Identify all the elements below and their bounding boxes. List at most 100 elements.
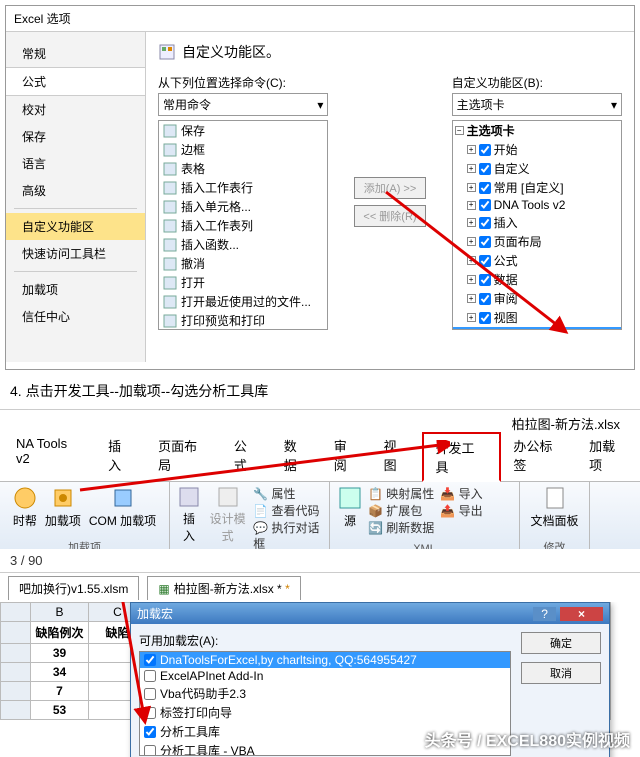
cell[interactable]: 39 — [31, 644, 89, 663]
btn-doc-panel[interactable]: 文档面板 — [528, 486, 581, 529]
tree-item[interactable]: +视图 — [453, 308, 621, 327]
btn-addins[interactable]: 加载项 — [45, 486, 81, 529]
tab-data[interactable]: 数据 — [272, 432, 322, 481]
row-header[interactable] — [1, 701, 31, 720]
controls-side[interactable]: 🔧 属性 📄 查看代码 💬 执行对话框 — [253, 486, 321, 549]
tree-checkbox[interactable] — [479, 144, 491, 156]
cell[interactable]: 34 — [31, 663, 89, 682]
nav-general[interactable]: 常规 — [6, 40, 145, 67]
btn-design-mode[interactable]: 设计模式 — [208, 486, 247, 544]
nav-formulas[interactable]: 公式 — [6, 67, 145, 96]
tree-checkbox[interactable] — [479, 255, 491, 267]
tree-checkbox[interactable] — [479, 274, 491, 286]
customize-header: 自定义功能区。 — [182, 42, 280, 62]
tree-item[interactable]: +插入 — [453, 213, 621, 232]
command-item[interactable]: 插入工作表列 — [159, 216, 327, 235]
cell[interactable]: 53 — [31, 701, 89, 720]
tab-officetab[interactable]: 办公标签 — [501, 432, 577, 481]
addin-checkbox[interactable] — [144, 688, 156, 700]
addin-checkbox[interactable] — [144, 726, 156, 738]
tree-item[interactable]: +DNA Tools v2 — [453, 197, 621, 213]
row-header[interactable] — [1, 682, 31, 701]
tree-item[interactable]: +常用 [自定义] — [453, 178, 621, 197]
addin-item[interactable]: DnaToolsForExcel,by charltsing, QQ:56495… — [140, 652, 510, 668]
tree-item[interactable]: +开发工具 — [453, 327, 621, 330]
btn-xml-source[interactable]: 源 — [338, 486, 362, 536]
command-item[interactable]: 保存 — [159, 121, 327, 140]
help-button[interactable]: ? — [533, 607, 556, 621]
addin-item[interactable]: 标签打印向导 — [140, 703, 510, 722]
commands-select[interactable]: 常用命令▾ — [158, 93, 328, 116]
cancel-button[interactable]: 取消 — [521, 662, 601, 684]
command-item[interactable]: 表格 — [159, 159, 327, 178]
tree-item[interactable]: +数据 — [453, 270, 621, 289]
nav-trust[interactable]: 信任中心 — [6, 303, 145, 330]
column-header[interactable] — [1, 603, 31, 622]
command-item[interactable]: 打印预览和打印 — [159, 311, 327, 330]
tree-checkbox[interactable] — [479, 199, 491, 211]
command-item[interactable]: 插入函数... — [159, 235, 327, 254]
addin-checkbox[interactable] — [144, 707, 156, 719]
command-item[interactable]: 打开最近使用过的文件... — [159, 292, 327, 311]
tab-addins[interactable]: 加载项 — [577, 432, 640, 481]
tree-checkbox[interactable] — [479, 163, 491, 175]
addin-item[interactable]: Vba代码助手2.3 — [140, 684, 510, 703]
addin-checkbox[interactable] — [144, 745, 156, 757]
btn-help[interactable]: 时帮 — [13, 486, 37, 529]
command-item[interactable]: 插入工作表行 — [159, 178, 327, 197]
addin-checkbox[interactable] — [144, 654, 156, 666]
ok-button[interactable]: 确定 — [521, 632, 601, 654]
nav-addins[interactable]: 加载项 — [6, 276, 145, 303]
addins-dialog-titlebar[interactable]: 加载宏 ?× — [131, 603, 609, 624]
ribbon-tree[interactable]: −主选项卡+开始+自定义+常用 [自定义]+DNA Tools v2+插入+页面… — [452, 120, 622, 330]
sheet-tab-1[interactable]: 吧加换行)v1.55.xlsm — [8, 576, 139, 600]
tree-item[interactable]: +自定义 — [453, 159, 621, 178]
tree-checkbox[interactable] — [479, 182, 491, 194]
tab-developer[interactable]: 开发工具 — [422, 432, 502, 482]
btn-com-addins[interactable]: COM 加载项 — [89, 486, 156, 529]
column-header[interactable]: B — [31, 603, 89, 622]
nav-proofing[interactable]: 校对 — [6, 96, 145, 123]
tab-view[interactable]: 视图 — [372, 432, 422, 481]
tab-pagelayout[interactable]: 页面布局 — [146, 432, 222, 481]
watermark: 头条号 / EXCEL880实例视频 — [425, 727, 630, 751]
tree-item[interactable]: +审阅 — [453, 289, 621, 308]
row-header[interactable] — [1, 644, 31, 663]
sheet-tab-2[interactable]: ▦柏拉图-新方法.xlsx * * — [147, 576, 300, 600]
tree-checkbox[interactable] — [479, 312, 491, 324]
xml-side2[interactable]: 📥 导入 📤 导出 — [440, 486, 482, 536]
nav-language[interactable]: 语言 — [6, 150, 145, 177]
tab-formulas[interactable]: 公式 — [222, 432, 272, 481]
close-button[interactable]: × — [560, 607, 603, 621]
nav-qat[interactable]: 快速访问工具栏 — [6, 240, 145, 267]
xml-side[interactable]: 📋 映射属性 📦 扩展包 🔄 刷新数据 — [368, 486, 434, 536]
command-item[interactable]: 插入单元格... — [159, 197, 327, 216]
tree-item[interactable]: +公式 — [453, 251, 621, 270]
add-button[interactable]: 添加(A) >> — [354, 177, 425, 199]
excel-options-dialog: Excel 选项 常规 公式 校对 保存 语言 高级 自定义功能区 快速访问工具… — [5, 5, 635, 370]
command-item[interactable]: 打开 — [159, 273, 327, 292]
row-header[interactable] — [1, 663, 31, 682]
group-xml-label: XML — [338, 543, 511, 549]
tree-item[interactable]: +开始 — [453, 140, 621, 159]
ribbon-select[interactable]: 主选项卡▾ — [452, 93, 622, 116]
tree-item[interactable]: +页面布局 — [453, 232, 621, 251]
btn-insert-control[interactable]: 插入 — [178, 486, 200, 544]
nav-customize-ribbon[interactable]: 自定义功能区 — [6, 213, 145, 240]
addin-checkbox[interactable] — [144, 670, 156, 682]
command-item[interactable]: 撤消 — [159, 254, 327, 273]
nav-advanced[interactable]: 高级 — [6, 177, 145, 204]
tree-checkbox[interactable] — [479, 293, 491, 305]
tab-review[interactable]: 审阅 — [322, 432, 372, 481]
command-item[interactable]: 边框 — [159, 140, 327, 159]
tab-insert[interactable]: 插入 — [96, 432, 146, 481]
addin-item[interactable]: ExcelAPInet Add-In — [140, 668, 510, 684]
nav-save[interactable]: 保存 — [6, 123, 145, 150]
commands-list[interactable]: 保存边框表格插入工作表行插入单元格...插入工作表列插入函数...撤消打开打开最… — [158, 120, 328, 330]
cell[interactable]: 7 — [31, 682, 89, 701]
remove-button[interactable]: << 删除(R) — [354, 205, 425, 227]
tab-dnatools[interactable]: NA Tools v2 — [4, 432, 96, 481]
tree-checkbox[interactable] — [479, 236, 491, 248]
tree-checkbox[interactable] — [479, 217, 491, 229]
sheet-tabs-bar: 吧加换行)v1.55.xlsm ▦柏拉图-新方法.xlsx * * — [0, 572, 640, 602]
